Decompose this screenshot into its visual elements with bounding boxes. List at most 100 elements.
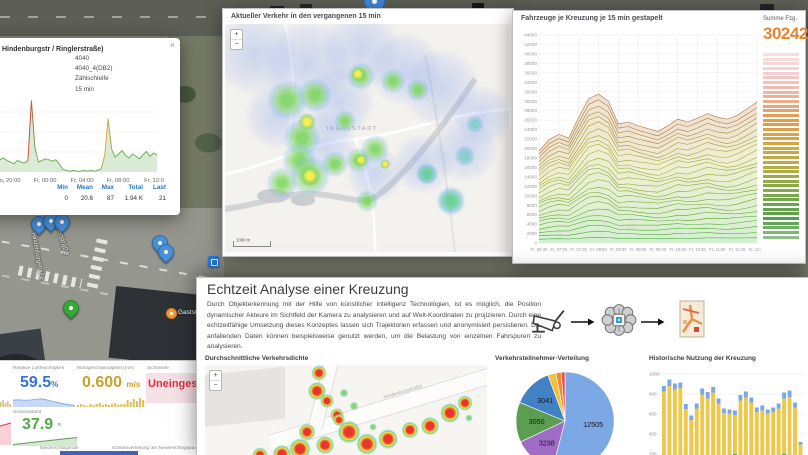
scale-label: 1000 m [236,238,250,243]
color-stripe [763,53,799,56]
svg-text:Fr, 09:30: Fr, 09:30 [650,247,667,252]
svg-text:Fr, 09:00: Fr, 09:00 [630,247,647,252]
stat-header: Max [102,184,114,191]
arrow-right-icon [641,318,665,326]
popup-title: Hindenburgstr / Ringlerstraße) [2,46,104,53]
svg-text:600: 600 [649,412,657,417]
svg-text:18000: 18000 [524,156,537,161]
svg-text:3238: 3238 [539,438,555,447]
humidity-label: Relative Luftfeuchtigkeit [13,366,64,371]
stat-value: 1.94 K [125,195,143,202]
current-traffic-panel: Aktueller Verkehr in den vergangenen 15 … [222,8,514,257]
precip-bar [60,451,138,455]
page-title: Echtzeit Analyse einer Kreuzung [207,281,409,297]
svg-text:Fr, 10:30: Fr, 10:30 [689,247,706,252]
svg-text:26000: 26000 [524,118,537,123]
svg-text:1000: 1000 [649,372,660,377]
color-stripe [763,109,799,112]
restaurant-poi-icon[interactable] [166,308,177,319]
panel-title: Aktueller Verkehr in den vergangenen 15 … [231,13,381,20]
svg-text:4000: 4000 [527,222,538,227]
traffic-heatmap[interactable]: INGOLSTADT 1000 m + − [225,24,509,252]
color-stripe [763,128,799,131]
color-stripe [763,166,799,169]
svg-text:Fr, 06:30: Fr, 06:30 [531,247,548,252]
color-stripe [763,180,799,183]
heat-blob [403,75,433,105]
svg-text:20000: 20000 [524,146,537,151]
stat-header: Last [153,184,166,191]
color-stripe [763,189,799,192]
summary-block: Summe Fzg. 30242 [763,16,801,44]
svg-text:14000: 14000 [524,174,537,179]
svg-text:Fr, 11:30: Fr, 11:30 [729,247,746,252]
svg-text:Fr, 11:00: Fr, 11:00 [709,247,726,252]
close-icon[interactable]: × [170,40,175,50]
zoom-in-button[interactable]: + [231,30,242,40]
station-popup: × Hindenburgstr / Ringlerstraße) 4040 40… [0,38,180,215]
stat-header: Total [128,184,143,191]
svg-text:800: 800 [649,392,657,397]
heat-blob [464,413,474,423]
summary-color-bar [763,53,799,239]
color-stripe [763,81,799,84]
density-heatmap[interactable]: Hindenburgstraße + − [205,365,487,455]
heat-blob [296,162,324,190]
svg-text:Fr, 07:30: Fr, 07:30 [570,247,587,252]
color-stripe [763,222,799,225]
heat-blob [451,142,479,170]
svg-text:Fr, 08:30: Fr, 08:30 [610,247,627,252]
color-stripe [763,198,799,201]
heat-blob [331,412,347,428]
color-stripe [763,203,799,206]
heat-blob [455,393,475,413]
humidity-value: 59.5% [20,374,58,392]
color-stripe [763,147,799,150]
pie-title: Verkehrsteilnehmer-Verteilung [495,355,589,362]
heat-blob [412,159,442,189]
arrow-right-icon [571,318,595,326]
svg-text:30000: 30000 [524,99,537,104]
analysis-panel: Echtzeit Analyse einer Kreuzung Durch Ob… [196,277,808,455]
color-stripe [763,217,799,220]
svg-text:10000: 10000 [524,193,537,198]
heat-blob [352,186,382,216]
color-stripe [763,142,799,145]
heat-blob [295,110,319,134]
stat-header: Min [57,184,68,191]
heat-blob [348,64,368,84]
svg-text:6000: 6000 [527,212,538,217]
weather-panel: Relative Luftfeuchtigkeit 59.5% Windgesc… [0,360,196,455]
color-stripe [763,194,799,197]
density-title: Durchschnittliche Verkehrsdichte [205,355,308,362]
zoom-out-button[interactable]: − [231,40,242,49]
heat-blob [292,72,338,118]
svg-text:3041: 3041 [537,396,553,405]
color-stripe [763,62,799,65]
transit-stop-icon[interactable] [208,256,219,267]
zoom-in-button[interactable]: + [210,371,221,381]
wind-value: 0.600 m/s [82,374,140,392]
zoom-out-button[interactable]: − [210,381,221,390]
color-stripe [763,184,799,187]
color-stripe [763,133,799,136]
wind-label: Windgeschwindigkeit (m/s) [77,366,134,371]
color-stripe [763,105,799,108]
color-stripe [763,175,799,178]
stat-value: 0 [64,195,68,202]
stat-value: 87 [107,195,114,202]
svg-text:22000: 22000 [524,137,537,142]
history-title: Historische Nutzung der Kreuzung [649,355,756,362]
color-stripe [763,119,799,122]
color-stripe [763,91,799,94]
station-code: 4040_4(DB2) [75,64,112,74]
stat-value: 20.6 [81,195,93,202]
color-stripe [763,170,799,173]
panel-title: Fahrzeuge je Kreuzung je 15 min gestapel… [521,15,663,22]
stacked-area-chart: 0200040006000800010000120001400016000180… [515,29,761,259]
color-stripe [763,231,799,234]
sun-sparkline [13,433,77,446]
svg-text:44000: 44000 [524,33,537,38]
color-stripe [763,58,799,61]
heat-blob [338,387,350,399]
